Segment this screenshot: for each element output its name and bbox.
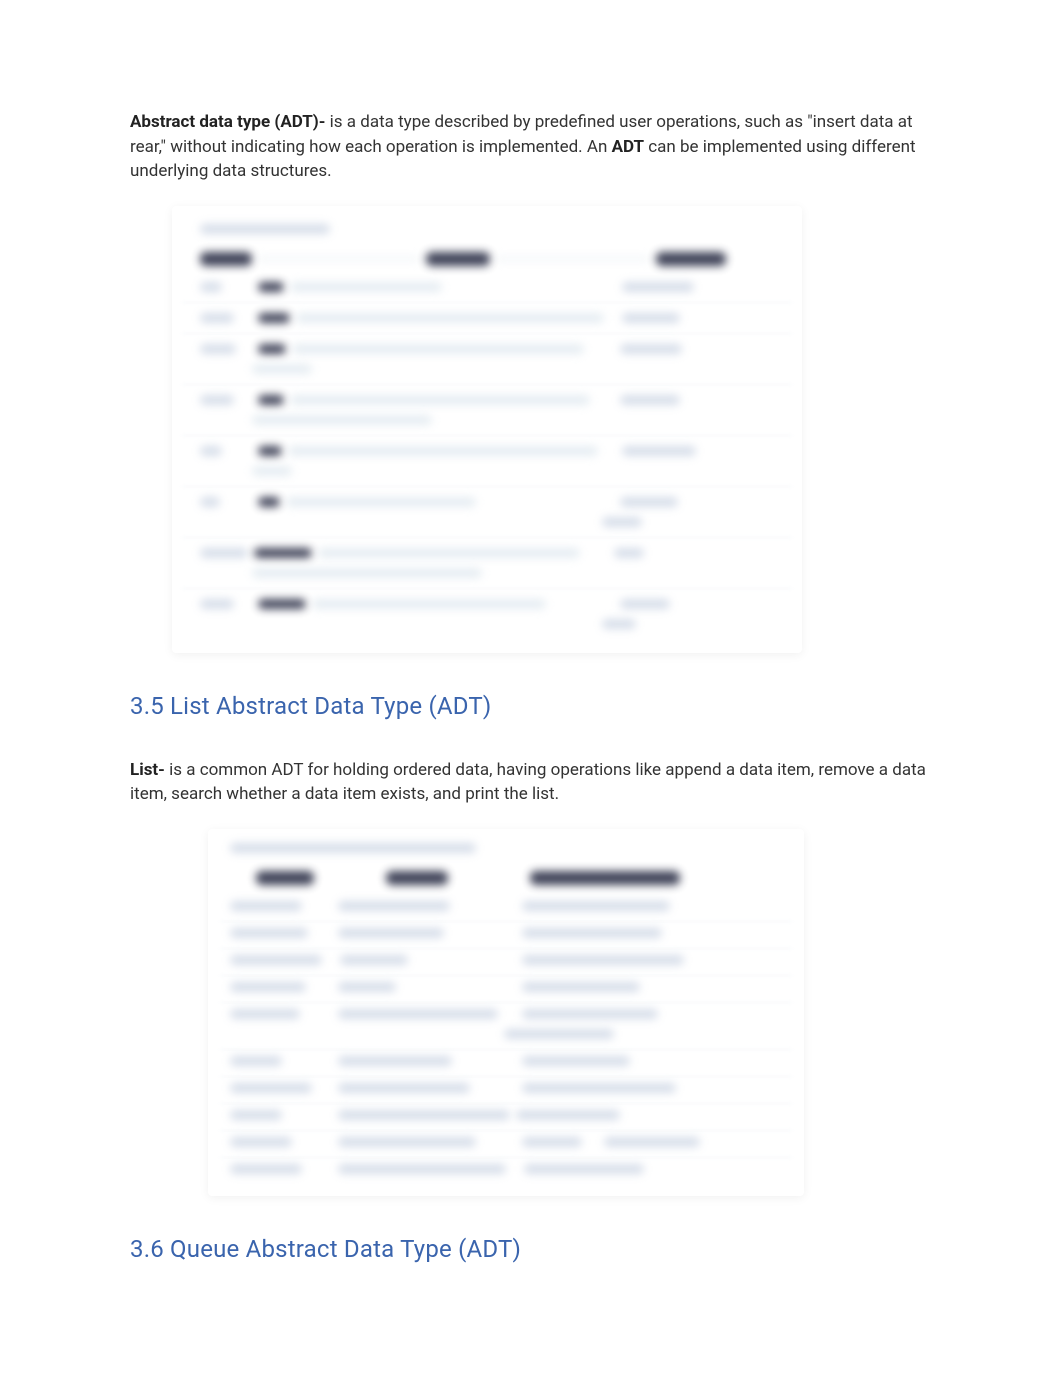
table-row xyxy=(200,497,774,507)
table-row xyxy=(230,1009,782,1019)
table-row xyxy=(200,344,774,354)
table-row xyxy=(200,548,774,558)
table-row xyxy=(230,1083,782,1093)
list-ops-table-image xyxy=(208,829,804,1196)
table-row xyxy=(200,466,774,476)
table-row xyxy=(230,955,782,965)
table-row xyxy=(230,1029,782,1039)
section-3-6-title: 3.6 Queue Abstract Data Type (ADT) xyxy=(130,1232,932,1267)
table-row xyxy=(200,364,774,374)
blur-header-row xyxy=(200,252,774,266)
adt-paragraph: Abstract data type (ADT)- is a data type… xyxy=(130,110,932,184)
adt-bold-2: ADT xyxy=(612,137,644,157)
table-row xyxy=(200,282,774,292)
adt-label: Abstract data type (ADT)- xyxy=(130,112,330,132)
table-row xyxy=(200,619,774,629)
table-row xyxy=(200,415,774,425)
list-label: List- xyxy=(130,760,169,780)
blur-caption xyxy=(200,224,774,234)
table-row xyxy=(230,1137,782,1147)
list-paragraph: List- is a common ADT for holding ordere… xyxy=(130,758,932,807)
table-row xyxy=(200,395,774,405)
table-row xyxy=(200,568,774,578)
table-row xyxy=(230,1110,782,1120)
list-text: is a common ADT for holding ordered data… xyxy=(130,760,926,805)
table-row xyxy=(200,599,774,609)
table-row xyxy=(200,517,774,527)
table-row xyxy=(230,901,782,911)
table-row xyxy=(230,1056,782,1066)
table-row xyxy=(200,313,774,323)
table-row xyxy=(200,446,774,456)
blur-header-row xyxy=(230,871,782,885)
table-row xyxy=(230,982,782,992)
table-row xyxy=(230,928,782,938)
section-3-5-title: 3.5 List Abstract Data Type (ADT) xyxy=(130,689,932,724)
adt-table-image xyxy=(172,206,802,653)
blur-caption xyxy=(230,843,782,853)
table-row xyxy=(230,1164,782,1174)
